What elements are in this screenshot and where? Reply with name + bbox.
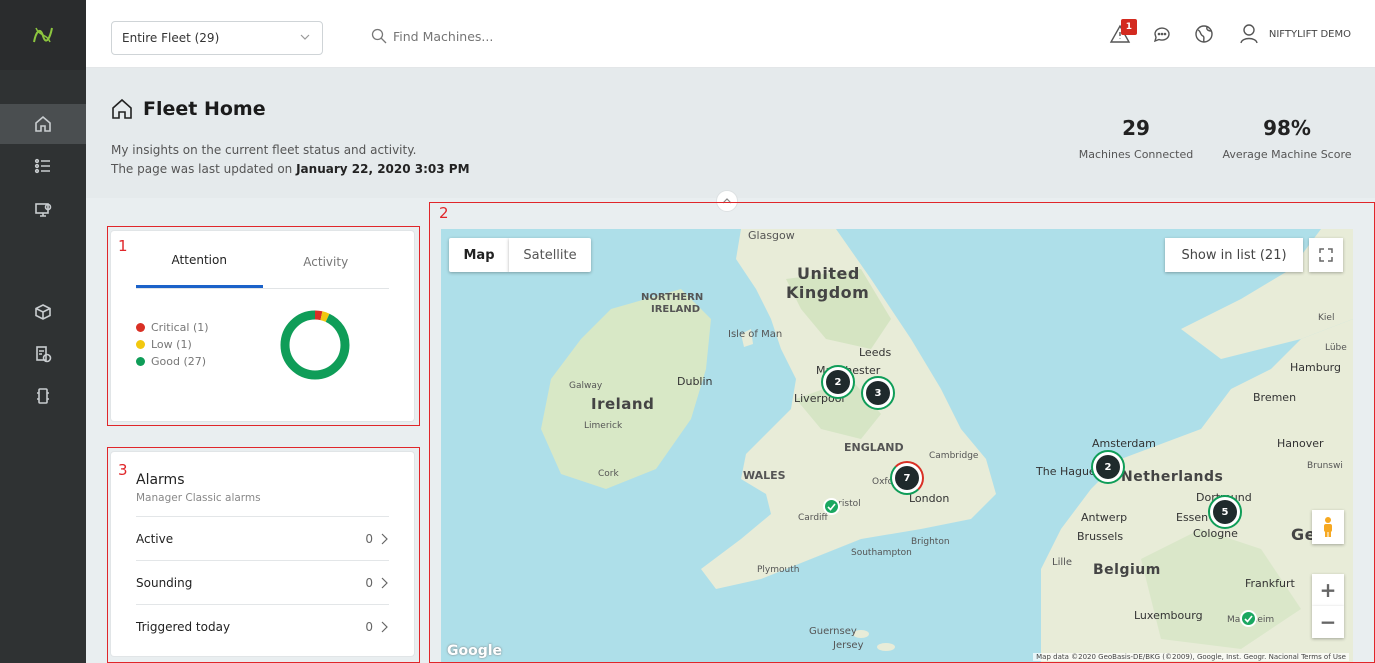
fleet-select-value: Entire Fleet (29) xyxy=(122,31,220,45)
messages-button[interactable] xyxy=(1141,13,1183,55)
top-bar: Entire Fleet (29) 1 NIFTYLIFT DEMO xyxy=(86,0,1375,68)
kpi-label: Machines Connected xyxy=(1078,148,1194,161)
annotation-label-1: 1 xyxy=(118,237,128,255)
subtitle-line-1: My insights on the current fleet status … xyxy=(111,143,417,157)
app-logo[interactable] xyxy=(0,0,86,70)
fleet-select[interactable]: Entire Fleet (29) xyxy=(111,21,323,55)
globe-icon xyxy=(1195,25,1213,43)
page-title-text: Fleet Home xyxy=(143,98,266,120)
search-input[interactable] xyxy=(393,28,553,44)
kpi-label: Average Machine Score xyxy=(1222,148,1352,161)
page-title: Fleet Home xyxy=(111,98,266,120)
nav-devices[interactable] xyxy=(0,376,86,416)
search-box[interactable] xyxy=(371,28,553,44)
alerts-button[interactable]: 1 xyxy=(1099,13,1141,55)
home-icon xyxy=(35,115,51,132)
page-subtitle: My insights on the current fleet status … xyxy=(111,141,470,179)
report-clock-icon xyxy=(36,346,52,363)
chat-icon xyxy=(1153,27,1170,43)
left-nav-rail xyxy=(0,0,86,663)
nav-home[interactable] xyxy=(0,104,86,144)
niftylift-logo-icon xyxy=(33,27,53,43)
device-icon xyxy=(37,388,49,404)
monitor-location-icon xyxy=(35,203,52,217)
kpi-value: 29 xyxy=(1122,116,1150,140)
last-updated-date: January 22, 2020 3:03 PM xyxy=(296,162,470,176)
annotation-box-2 xyxy=(429,202,1375,663)
annotation-label-3: 3 xyxy=(118,461,128,479)
annotation-label-2: 2 xyxy=(439,204,449,222)
home-icon xyxy=(112,98,132,119)
list-icon xyxy=(34,158,50,174)
nav-reports[interactable] xyxy=(0,334,86,374)
cube-icon xyxy=(35,304,51,320)
nav-packages[interactable] xyxy=(0,292,86,332)
user-name: NIFTYLIFT DEMO xyxy=(1268,28,1351,40)
top-icons: 1 NIFTYLIFT DEMO xyxy=(1099,0,1375,68)
nav-list[interactable] xyxy=(0,146,86,186)
annotation-box-1 xyxy=(107,226,420,426)
page-header: Fleet Home My insights on the current fl… xyxy=(86,68,1375,212)
annotation-box-3 xyxy=(107,447,420,663)
user-menu[interactable]: NIFTYLIFT DEMO xyxy=(1239,23,1351,45)
subtitle-prefix: The page was last updated on xyxy=(111,162,297,176)
kpi-machines-connected: 29 Machines Connected xyxy=(1071,116,1201,161)
alert-count-badge: 1 xyxy=(1120,19,1137,35)
nav-monitor[interactable] xyxy=(0,190,86,230)
kpi-value: 98% xyxy=(1263,116,1311,140)
user-icon xyxy=(1240,24,1258,44)
search-icon xyxy=(371,28,387,44)
language-button[interactable] xyxy=(1183,13,1225,55)
chevron-down-icon xyxy=(300,34,310,40)
subtitle-line-2: The page was last updated on January 22,… xyxy=(111,160,470,179)
kpi-average-score: 98% Average Machine Score xyxy=(1216,116,1358,161)
